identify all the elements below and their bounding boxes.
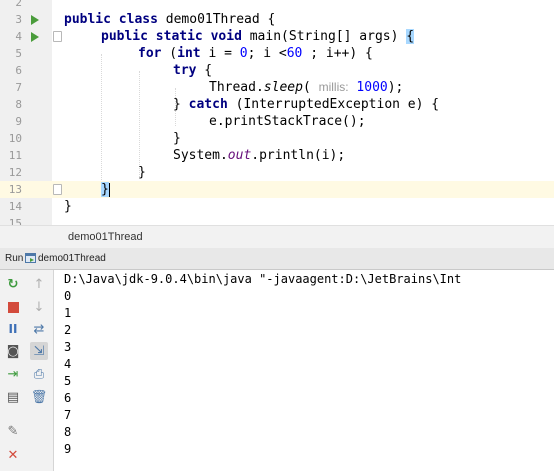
soft-wrap-icon[interactable]: ⇄ [30,320,48,338]
arrow-down-icon[interactable]: ↓ [30,298,48,316]
line-number: 14 [8,200,22,213]
code-text: public class demo01Thread { [64,12,276,27]
console-output-line: 9 [64,442,72,456]
pause-icon[interactable]: II [4,320,22,338]
run-panel-label: Run [5,253,24,264]
code-line: 6 try { [0,62,554,79]
stop-icon[interactable] [4,298,22,316]
line-number: 8 [15,98,22,111]
line-number: 7 [15,81,22,94]
console-output-line: 0 [64,289,72,303]
parameter-hint: millis: [318,80,349,94]
line-number: 12 [8,166,22,179]
line-number: 10 [8,132,22,145]
line-number: 9 [15,115,22,128]
line-number: 11 [8,149,22,162]
rerun-icon[interactable]: ↻ [4,275,22,293]
console-output-line: 5 [64,374,72,388]
console-output-line: 4 [64,357,72,371]
run-panel-header: Run demo01Thread [0,248,554,270]
console-output-line: 6 [64,391,72,405]
code-text: for (int i = 0; i <60 ; i++) { [138,46,373,61]
code-text: e.printStackTrace(); [209,114,366,129]
code-text: Thread.sleep( millis: 1000); [209,80,404,95]
trash-icon[interactable]: 🗑 [30,388,48,406]
line-number: 6 [15,64,22,77]
matched-brace: { [406,29,415,44]
code-line: 8 } catch (InterruptedException e) { [0,96,554,113]
code-line: 15 [0,215,554,225]
code-line: 7 Thread.sleep( millis: 1000); [0,79,554,96]
console-output-line: 8 [64,425,72,439]
fold-marker-icon[interactable] [53,184,62,195]
run-console[interactable]: ↻ II ◙ ⇥ ▤ ✎ ✕ ↑ ↓ ⇄ ⇲ ⎙ 🗑 D:\Java\jdk-9… [0,270,554,471]
matched-brace: } [101,182,109,197]
camera-icon[interactable]: ◙ [4,342,22,360]
code-text: System.out.println(i); [173,148,346,163]
code-text: } [173,131,181,146]
code-text: } catch (InterruptedException e) { [173,97,440,112]
code-text: } [64,199,72,214]
code-line: 3 public class demo01Thread { [0,11,554,28]
console-output-line: 1 [64,306,72,320]
code-text: } [101,181,110,198]
code-line: 4 public static void main(String[] args)… [0,28,554,45]
run-class-icon[interactable] [31,15,39,25]
arrow-up-icon[interactable]: ↑ [30,275,48,293]
run-toolbar-primary: ↻ II ◙ ⇥ ▤ ✎ ✕ [0,270,27,471]
code-text: } [138,165,146,180]
console-output-line: 3 [64,340,72,354]
breadcrumb: demo01Thread [0,225,554,249]
current-line: 13 } [0,181,554,198]
code-line: 5 for (int i = 0; i <60 ; i++) { [0,45,554,62]
scroll-to-end-icon[interactable]: ⇲ [30,342,48,360]
code-line: 9 e.printStackTrace(); [0,113,554,130]
code-line: 11 System.out.println(i); [0,147,554,164]
line-number: 5 [15,47,22,60]
pin-icon[interactable]: ✎ [4,422,22,440]
close-icon[interactable]: ✕ [4,446,22,464]
console-command-line: D:\Java\jdk-9.0.4\bin\java "-javaagent:D… [64,272,462,286]
code-line: 14 } [0,198,554,215]
code-text: try { [173,63,213,78]
code-editor[interactable]: 2 3 public class demo01Thread { 4 public… [0,0,554,225]
run-toolbar-secondary: ↑ ↓ ⇄ ⇲ ⎙ 🗑 [26,270,54,471]
console-output-line: 2 [64,323,72,337]
code-line: 12 } [0,164,554,181]
run-tab[interactable]: demo01Thread [38,248,106,269]
run-method-icon[interactable] [31,32,39,42]
run-config-icon [25,253,36,263]
code-line: 10 } [0,130,554,147]
line-number: 4 [15,30,22,43]
breadcrumb-item[interactable]: demo01Thread [68,226,143,248]
line-number: 3 [15,13,22,26]
line-number: 13 [8,183,22,196]
print-icon[interactable]: ⎙ [30,365,48,383]
layout-icon[interactable]: ▤ [4,388,22,406]
line-number: 2 [15,0,22,9]
text-cursor [108,182,110,197]
code-text: public static void main(String[] args) { [101,29,415,44]
console-output-line: 7 [64,408,72,422]
line-number: 15 [8,217,22,225]
restore-layout-icon[interactable]: ⇥ [4,365,22,383]
fold-marker-icon[interactable] [53,31,62,42]
code-line: 2 [0,0,554,11]
